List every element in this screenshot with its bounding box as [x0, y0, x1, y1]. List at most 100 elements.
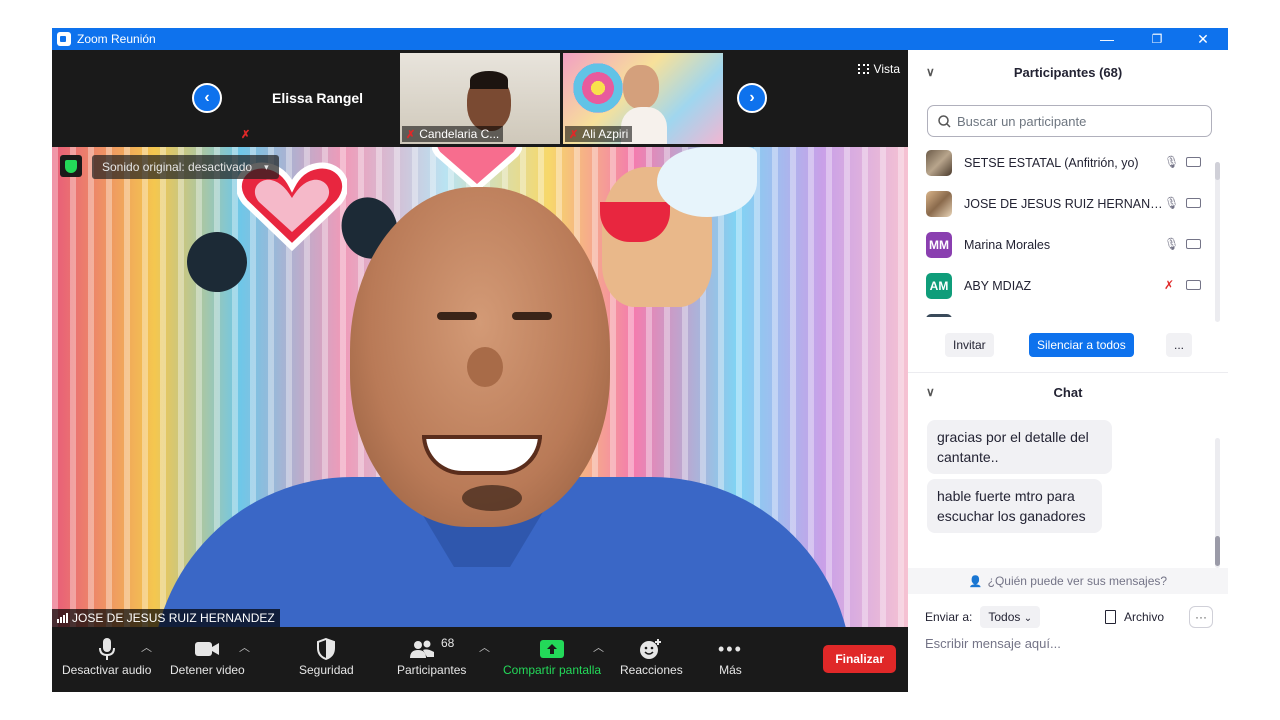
avatar: MM [926, 231, 952, 258]
toolbar-label: Participantes [397, 663, 467, 677]
participant-row[interactable]: MM Marina Morales 🎙 [908, 224, 1218, 265]
search-placeholder: Buscar un participante [957, 113, 1087, 129]
person-eye-left [437, 312, 477, 320]
participant-row[interactable]: AM ABY MDIAZ ✗ [908, 265, 1218, 306]
speaker-name: JOSE DE JESUS RUIZ HERNANDEZ [72, 611, 275, 625]
video-camera-icon[interactable] [1186, 239, 1201, 249]
microphone-icon[interactable]: 🎙 [1164, 237, 1179, 251]
stop-video-button[interactable]: Detener video [170, 635, 245, 677]
participants-options-caret[interactable]: ︿ [479, 639, 490, 655]
tile-name-label: Ali Azpiri [582, 127, 629, 141]
participant-tile-2[interactable]: ✗ Ali Azpiri [563, 53, 723, 144]
chat-scrollbar[interactable] [1215, 536, 1220, 566]
view-button[interactable]: Vista [857, 62, 900, 76]
participant-row[interactable]: JOSE DE JESUS RUIZ HERNAND... 🎙 [908, 183, 1218, 224]
avatar [926, 313, 952, 317]
close-button[interactable]: ✕ [1180, 28, 1226, 50]
chat-send-row: Enviar a: Todos ⌄ Archivo ··· [925, 605, 1225, 629]
video-camera-icon[interactable] [1186, 157, 1201, 167]
reactions-icon [639, 635, 663, 663]
chat-title: Chat [1053, 384, 1083, 400]
restore-button[interactable]: ❐ [1134, 28, 1180, 50]
person-icon: 👤 [968, 575, 983, 588]
recipient-dropdown[interactable]: Todos ⌄ [980, 606, 1041, 628]
chat-message: gracias por el detalle del cantante.. [927, 420, 1112, 474]
participants-title: Participantes (68) [1013, 64, 1123, 80]
muted-mic-icon: ✗ [241, 129, 251, 141]
share-options-caret[interactable]: ︿ [593, 639, 604, 655]
security-button[interactable]: Seguridad [299, 635, 354, 677]
audio-options-caret[interactable]: ︿ [141, 639, 152, 655]
mute-audio-button[interactable]: Desactivar audio [62, 635, 151, 677]
toolbar-label: Compartir pantalla [503, 663, 602, 677]
title-bar: Zoom Reunión — ❐ ✕ [52, 28, 1228, 50]
participant-row-partial[interactable] [908, 306, 1218, 317]
toolbar-label: Seguridad [299, 663, 354, 677]
next-page-button[interactable]: › [737, 83, 767, 113]
chat-header: ∨ Chat [908, 370, 1228, 414]
more-options-button[interactable]: ... [1166, 333, 1193, 357]
original-sound-label: Sonido original: desactivado [102, 160, 253, 174]
participant-face [623, 65, 659, 109]
person-eye-right [512, 312, 552, 320]
more-button[interactable]: ••• Más [718, 635, 743, 678]
window-title: Zoom Reunión [77, 32, 156, 46]
featured-tile[interactable]: Elissa Rangel ✗ [237, 53, 397, 144]
person-nose [467, 347, 503, 387]
chevron-down-icon: ▾ [264, 161, 269, 172]
previous-page-button[interactable]: ‹ [192, 83, 222, 113]
shield-icon [317, 635, 336, 663]
reactions-button[interactable]: Reacciones [620, 635, 683, 677]
participant-search-input[interactable]: Buscar un participante [927, 105, 1212, 137]
participant-tile-1[interactable]: ✗ Candelaria C... [400, 53, 560, 144]
search-icon [938, 114, 951, 128]
heart-decoration-top [432, 147, 522, 192]
chevron-down-icon: ⌄ [1023, 613, 1033, 624]
video-stage: ‹ Elissa Rangel ✗ ✗ Candelaria C... ✗ Al… [52, 50, 908, 692]
file-label: Archivo [1124, 610, 1165, 624]
collapse-chevron-icon[interactable]: ∨ [926, 65, 935, 79]
file-icon [1105, 610, 1116, 624]
invite-button[interactable]: Invitar [945, 333, 994, 357]
participant-hair [470, 71, 508, 89]
video-camera-icon [194, 635, 220, 663]
encryption-shield-icon[interactable] [60, 155, 82, 177]
participant-row[interactable]: SETSE ESTATAL (Anfitrión, yo) 🎙 [908, 142, 1218, 183]
send-to-label: Enviar a: [925, 610, 973, 624]
microphone-icon[interactable]: 🎙 [1164, 155, 1179, 169]
participant-scrollbar[interactable] [1215, 162, 1220, 180]
share-screen-button[interactable]: Compartir pantalla [503, 635, 601, 677]
participant-scroll-track [1215, 162, 1220, 322]
tile-name-label: Candelaria C... [419, 127, 500, 141]
minimize-button[interactable]: — [1084, 28, 1130, 50]
chat-more-button[interactable]: ··· [1189, 606, 1213, 628]
chat-message: hable fuerte mtro para escuchar los gana… [927, 479, 1102, 533]
mute-all-button[interactable]: Silenciar a todos [1029, 333, 1134, 357]
video-camera-icon[interactable] [1186, 280, 1201, 290]
participant-strip: ‹ Elissa Rangel ✗ ✗ Candelaria C... ✗ Al… [52, 50, 908, 147]
toolbar-label: Más [719, 663, 742, 677]
muted-mic-icon: ✗ [406, 128, 416, 141]
original-sound-button[interactable]: Sonido original: desactivado ▾ [92, 155, 279, 179]
side-panel: ∨ Participantes (68) Buscar un participa… [908, 50, 1228, 692]
participant-name: ABY MDIAZ [964, 278, 1032, 293]
microphone-icon[interactable]: 🎙 [1164, 196, 1179, 210]
featured-name: Elissa Rangel [272, 90, 364, 106]
more-icon: ••• [718, 638, 743, 659]
avatar: AM [926, 272, 952, 299]
chat-message-input[interactable]: Escribir mensaje aquí... [925, 636, 1061, 651]
video-camera-icon[interactable] [1186, 198, 1201, 208]
video-options-caret[interactable]: ︿ [239, 639, 250, 655]
muted-mic-icon[interactable]: ✗ [1164, 278, 1174, 292]
recipient-value: Todos [988, 610, 1021, 624]
collapse-chevron-icon[interactable]: ∨ [926, 385, 935, 399]
end-meeting-button[interactable]: Finalizar [823, 645, 896, 673]
tile-name-1: ✗ Candelaria C... [402, 126, 504, 142]
decoration-flower [573, 63, 623, 113]
zoom-window: Zoom Reunión — ❐ ✕ ‹ Elissa Rangel ✗ ✗ C… [52, 28, 1228, 692]
who-can-see-messages-link[interactable]: 👤 ¿Quién puede ver sus mensajes? [908, 568, 1228, 594]
person-goatee [462, 485, 522, 511]
file-button[interactable]: Archivo [1105, 610, 1164, 624]
toolbar-label: Desactivar audio [62, 663, 152, 677]
participants-button[interactable]: 68 Participantes [397, 635, 466, 677]
